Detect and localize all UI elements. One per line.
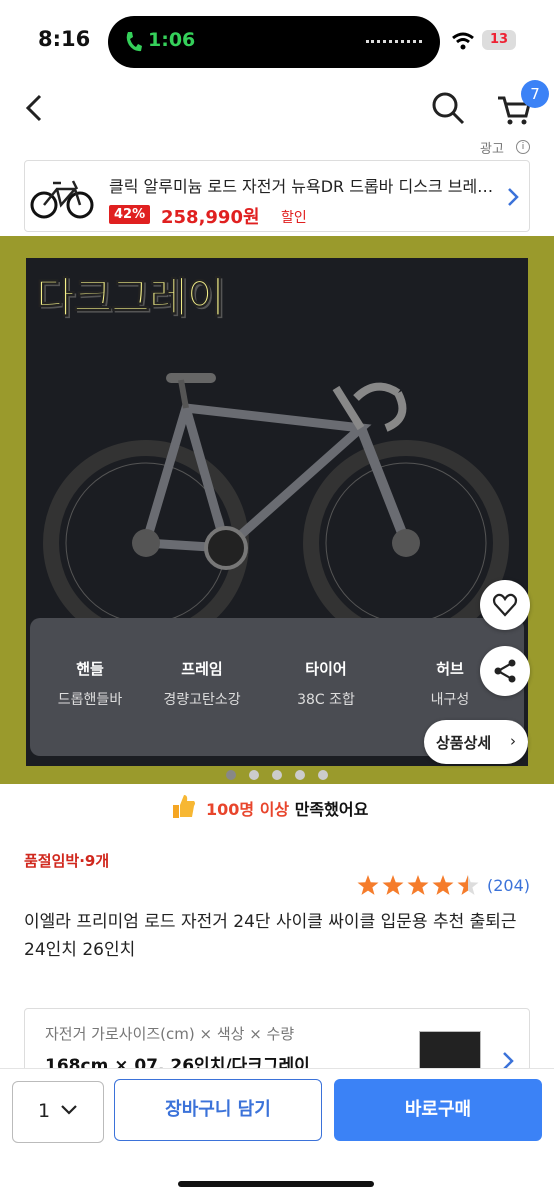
ad-bike-thumbnail [30,180,94,219]
battery-indicator: 13 [482,30,516,50]
satisfaction-banner: 100명 이상 만족했어요 [170,795,369,820]
ad-sale-label: 할인 [281,210,307,226]
audio-wave-icon [366,40,422,43]
heart-icon [492,593,518,617]
chevron-right-icon [508,188,519,206]
bike-illustration [43,373,509,646]
dynamic-island[interactable]: 1:06 [108,16,440,68]
star-icon [457,875,479,895]
chevron-down-icon [61,1105,77,1115]
chevron-right-icon: › [510,732,516,750]
wishlist-button[interactable] [480,580,530,630]
quantity-select[interactable]: 1 [12,1081,104,1143]
share-icon [494,659,516,683]
status-bar: 8:16 1:06 13 [0,0,554,84]
ad-discount-badge: 42% [109,205,151,224]
thumbs-up-icon [173,795,195,818]
option-label: 자전거 가로사이즈(cm) × 색상 × 수량 [45,1025,295,1043]
product-image-carousel[interactable]: 다크그레이 핸들 드롭핸들바 프레임 경량고탄소강 타이어 38C 조합 허브 … [0,236,554,784]
star-icon [407,875,429,895]
spec-frame: 프레임 경량고탄소강 [163,660,241,708]
star-rating[interactable] [356,874,484,898]
home-indicator[interactable] [178,1181,374,1187]
product-image: 다크그레이 핸들 드롭핸들바 프레임 경량고탄소강 타이어 38C 조합 허브 … [26,258,528,766]
star-icon [382,875,404,895]
search-icon[interactable] [430,90,466,126]
stock-notice: 품절임박·9개 [24,852,110,870]
spec-handle: 핸들 드롭핸들바 [57,660,123,708]
wifi-icon [452,32,474,50]
satisfaction-text: 만족했어요 [289,800,369,819]
ad-banner[interactable]: 클릭 알루미늄 로드 자전거 뉴욕DR 드롭바 디스크 브레이크 42% 258… [24,160,530,232]
review-count-link[interactable]: (204) [487,876,530,895]
product-title: 이엘라 프리미엄 로드 자전거 24단 사이클 싸이클 입문용 추천 출퇴근 2… [24,912,517,960]
ad-title: 클릭 알루미늄 로드 자전거 뉴욕DR 드롭바 디스크 브레이크 [109,177,499,196]
product-detail-button[interactable]: 상품상세 › [424,720,528,764]
ad-price: 258,990원 [161,207,260,228]
product-detail-label: 상품상세 [436,734,492,752]
info-icon[interactable]: i [516,140,530,154]
phone-icon [126,32,142,52]
status-time: 8:16 [38,27,91,51]
purchase-bar: 1 장바구니 담기 바로구매 [0,1068,554,1200]
ad-label: 광고 [480,142,504,157]
share-button[interactable] [480,646,530,696]
buy-now-button[interactable]: 바로구매 [334,1079,542,1141]
cart-count-badge: 7 [521,80,549,108]
back-arrow-icon[interactable] [20,92,50,124]
add-to-cart-button[interactable]: 장바구니 담기 [114,1079,322,1141]
star-icon [432,875,454,895]
satisfaction-count: 100명 이상 [206,800,290,819]
color-name-overlay: 다크그레이 [35,273,225,323]
call-duration: 1:06 [148,29,196,51]
star-icon [357,875,379,895]
spec-tire: 타이어 38C 조합 [297,660,355,708]
quantity-value: 1 [38,1100,51,1122]
